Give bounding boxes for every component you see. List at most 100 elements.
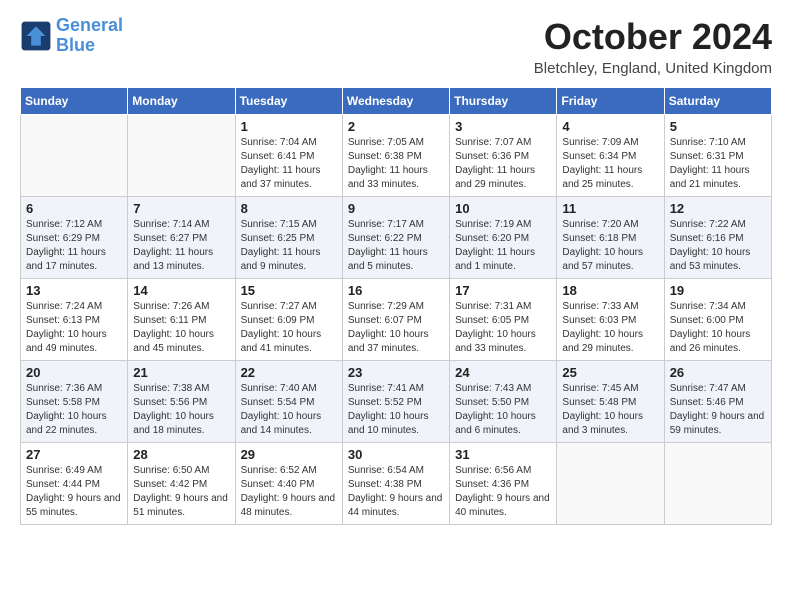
day-number: 23 — [348, 365, 444, 380]
col-tuesday: Tuesday — [235, 88, 342, 115]
day-info: Sunrise: 7:07 AM Sunset: 6:36 PM Dayligh… — [455, 136, 551, 192]
day-info: Sunrise: 7:38 AM Sunset: 5:56 PM Dayligh… — [133, 382, 229, 438]
day-info: Sunrise: 7:12 AM Sunset: 6:29 PM Dayligh… — [26, 218, 122, 274]
day-number: 21 — [133, 365, 229, 380]
day-number: 24 — [455, 365, 551, 380]
day-info: Sunrise: 7:10 AM Sunset: 6:31 PM Dayligh… — [670, 136, 766, 192]
calendar-cell: 6 Sunrise: 7:12 AM Sunset: 6:29 PM Daylig… — [21, 197, 128, 279]
calendar-week-row: 27Sunrise: 6:49 AM Sunset: 4:44 PM Dayli… — [21, 443, 772, 525]
day-number: 16 — [348, 283, 444, 298]
calendar-cell: 21 Sunrise: 7:38 AM Sunset: 5:56 PM Dayli… — [128, 361, 235, 443]
day-info: Sunrise: 7:43 AM Sunset: 5:50 PM Dayligh… — [455, 382, 551, 438]
day-number: 13 — [26, 283, 122, 298]
day-number: 6 — [26, 201, 122, 216]
day-number: 26 — [670, 365, 766, 380]
col-saturday: Saturday — [664, 88, 771, 115]
calendar-cell: 14 Sunrise: 7:26 AM Sunset: 6:11 PM Dayli… — [128, 279, 235, 361]
day-number: 29 — [241, 447, 337, 462]
day-info: Sunrise: 7:14 AM Sunset: 6:27 PM Dayligh… — [133, 218, 229, 274]
calendar-cell: 2 Sunrise: 7:05 AM Sunset: 6:38 PM Daylig… — [342, 115, 449, 197]
day-info: Sunrise: 6:52 AM Sunset: 4:40 PM Dayligh… — [241, 464, 337, 520]
day-number: 19 — [670, 283, 766, 298]
calendar-cell: 9Sunrise: 7:17 AM Sunset: 6:22 PM Daylig… — [342, 197, 449, 279]
day-info: Sunrise: 7:36 AM Sunset: 5:58 PM Dayligh… — [26, 382, 122, 438]
calendar-cell: 13 Sunrise: 7:24 AM Sunset: 6:13 PM Dayli… — [21, 279, 128, 361]
calendar-cell: 4 Sunrise: 7:09 AM Sunset: 6:34 PM Daylig… — [557, 115, 664, 197]
calendar-cell — [664, 443, 771, 525]
calendar-week-row: 20 Sunrise: 7:36 AM Sunset: 5:58 PM Dayli… — [21, 361, 772, 443]
day-number: 3 — [455, 119, 551, 134]
calendar-cell: 15 Sunrise: 7:27 AM Sunset: 6:09 PM Dayli… — [235, 279, 342, 361]
day-number: 11 — [562, 201, 658, 216]
calendar-cell: 28Sunrise: 6:50 AM Sunset: 4:42 PM Dayli… — [128, 443, 235, 525]
calendar-cell: 8 Sunrise: 7:15 AM Sunset: 6:25 PM Daylig… — [235, 197, 342, 279]
day-info: Sunrise: 7:22 AM Sunset: 6:16 PM Dayligh… — [670, 218, 766, 274]
day-number: 4 — [562, 119, 658, 134]
location: Bletchley, England, United Kingdom — [534, 60, 772, 77]
day-number: 10 — [455, 201, 551, 216]
calendar-cell: 5 Sunrise: 7:10 AM Sunset: 6:31 PM Daylig… — [664, 115, 771, 197]
col-thursday: Thursday — [450, 88, 557, 115]
day-info: Sunrise: 7:09 AM Sunset: 6:34 PM Dayligh… — [562, 136, 658, 192]
calendar-cell: 3 Sunrise: 7:07 AM Sunset: 6:36 PM Daylig… — [450, 115, 557, 197]
day-info: Sunrise: 7:29 AM Sunset: 6:07 PM Dayligh… — [348, 300, 444, 356]
day-info: Sunrise: 7:31 AM Sunset: 6:05 PM Dayligh… — [455, 300, 551, 356]
day-number: 25 — [562, 365, 658, 380]
col-sunday: Sunday — [21, 88, 128, 115]
calendar-cell: 29 Sunrise: 6:52 AM Sunset: 4:40 PM Dayli… — [235, 443, 342, 525]
day-number: 15 — [241, 283, 337, 298]
day-info: Sunrise: 7:15 AM Sunset: 6:25 PM Dayligh… — [241, 218, 337, 274]
calendar-cell — [128, 115, 235, 197]
logo: GeneralBlue — [20, 16, 123, 56]
col-monday: Monday — [128, 88, 235, 115]
calendar-table: Sunday Monday Tuesday Wednesday Thursday… — [20, 87, 772, 525]
calendar-cell: 20 Sunrise: 7:36 AM Sunset: 5:58 PM Dayli… — [21, 361, 128, 443]
day-info: Sunrise: 7:19 AM Sunset: 6:20 PM Dayligh… — [455, 218, 551, 274]
day-number: 5 — [670, 119, 766, 134]
calendar-cell: 26 Sunrise: 7:47 AM Sunset: 5:46 PM Dayli… — [664, 361, 771, 443]
day-info: Sunrise: 7:27 AM Sunset: 6:09 PM Dayligh… — [241, 300, 337, 356]
day-info: Sunrise: 7:24 AM Sunset: 6:13 PM Dayligh… — [26, 300, 122, 356]
day-info: Sunrise: 7:26 AM Sunset: 6:11 PM Dayligh… — [133, 300, 229, 356]
day-info: Sunrise: 7:34 AM Sunset: 6:00 PM Dayligh… — [670, 300, 766, 356]
day-info: Sunrise: 7:47 AM Sunset: 5:46 PM Dayligh… — [670, 382, 766, 438]
day-number: 30 — [348, 447, 444, 462]
day-number: 20 — [26, 365, 122, 380]
header-row: Sunday Monday Tuesday Wednesday Thursday… — [21, 88, 772, 115]
col-wednesday: Wednesday — [342, 88, 449, 115]
calendar-cell: 17 Sunrise: 7:31 AM Sunset: 6:05 PM Dayli… — [450, 279, 557, 361]
calendar-cell: 30Sunrise: 6:54 AM Sunset: 4:38 PM Dayli… — [342, 443, 449, 525]
col-friday: Friday — [557, 88, 664, 115]
day-number: 7 — [133, 201, 229, 216]
calendar-cell: 19 Sunrise: 7:34 AM Sunset: 6:00 PM Dayli… — [664, 279, 771, 361]
day-number: 17 — [455, 283, 551, 298]
day-info: Sunrise: 6:49 AM Sunset: 4:44 PM Dayligh… — [26, 464, 122, 520]
day-number: 22 — [241, 365, 337, 380]
month-title: October 2024 — [534, 16, 772, 58]
day-info: Sunrise: 7:40 AM Sunset: 5:54 PM Dayligh… — [241, 382, 337, 438]
calendar-cell: 7 Sunrise: 7:14 AM Sunset: 6:27 PM Daylig… — [128, 197, 235, 279]
calendar-cell: 25Sunrise: 7:45 AM Sunset: 5:48 PM Dayli… — [557, 361, 664, 443]
day-info: Sunrise: 7:33 AM Sunset: 6:03 PM Dayligh… — [562, 300, 658, 356]
calendar-cell: 1Sunrise: 7:04 AM Sunset: 6:41 PM Daylig… — [235, 115, 342, 197]
logo-text: GeneralBlue — [56, 16, 123, 56]
day-number: 12 — [670, 201, 766, 216]
calendar-cell: 31Sunrise: 6:56 AM Sunset: 4:36 PM Dayli… — [450, 443, 557, 525]
day-info: Sunrise: 7:20 AM Sunset: 6:18 PM Dayligh… — [562, 218, 658, 274]
calendar-cell: 24 Sunrise: 7:43 AM Sunset: 5:50 PM Dayli… — [450, 361, 557, 443]
day-info: Sunrise: 7:04 AM Sunset: 6:41 PM Dayligh… — [241, 136, 337, 192]
day-number: 2 — [348, 119, 444, 134]
calendar-cell: 18Sunrise: 7:33 AM Sunset: 6:03 PM Dayli… — [557, 279, 664, 361]
day-info: Sunrise: 7:05 AM Sunset: 6:38 PM Dayligh… — [348, 136, 444, 192]
day-number: 28 — [133, 447, 229, 462]
header: GeneralBlue October 2024 Bletchley, Engl… — [20, 16, 772, 77]
calendar-cell: 12 Sunrise: 7:22 AM Sunset: 6:16 PM Dayli… — [664, 197, 771, 279]
day-number: 14 — [133, 283, 229, 298]
day-number: 8 — [241, 201, 337, 216]
calendar-week-row: 6 Sunrise: 7:12 AM Sunset: 6:29 PM Daylig… — [21, 197, 772, 279]
day-info: Sunrise: 7:17 AM Sunset: 6:22 PM Dayligh… — [348, 218, 444, 274]
calendar-cell: 11 Sunrise: 7:20 AM Sunset: 6:18 PM Dayli… — [557, 197, 664, 279]
calendar-cell — [557, 443, 664, 525]
logo-icon — [20, 20, 52, 52]
calendar-cell — [21, 115, 128, 197]
